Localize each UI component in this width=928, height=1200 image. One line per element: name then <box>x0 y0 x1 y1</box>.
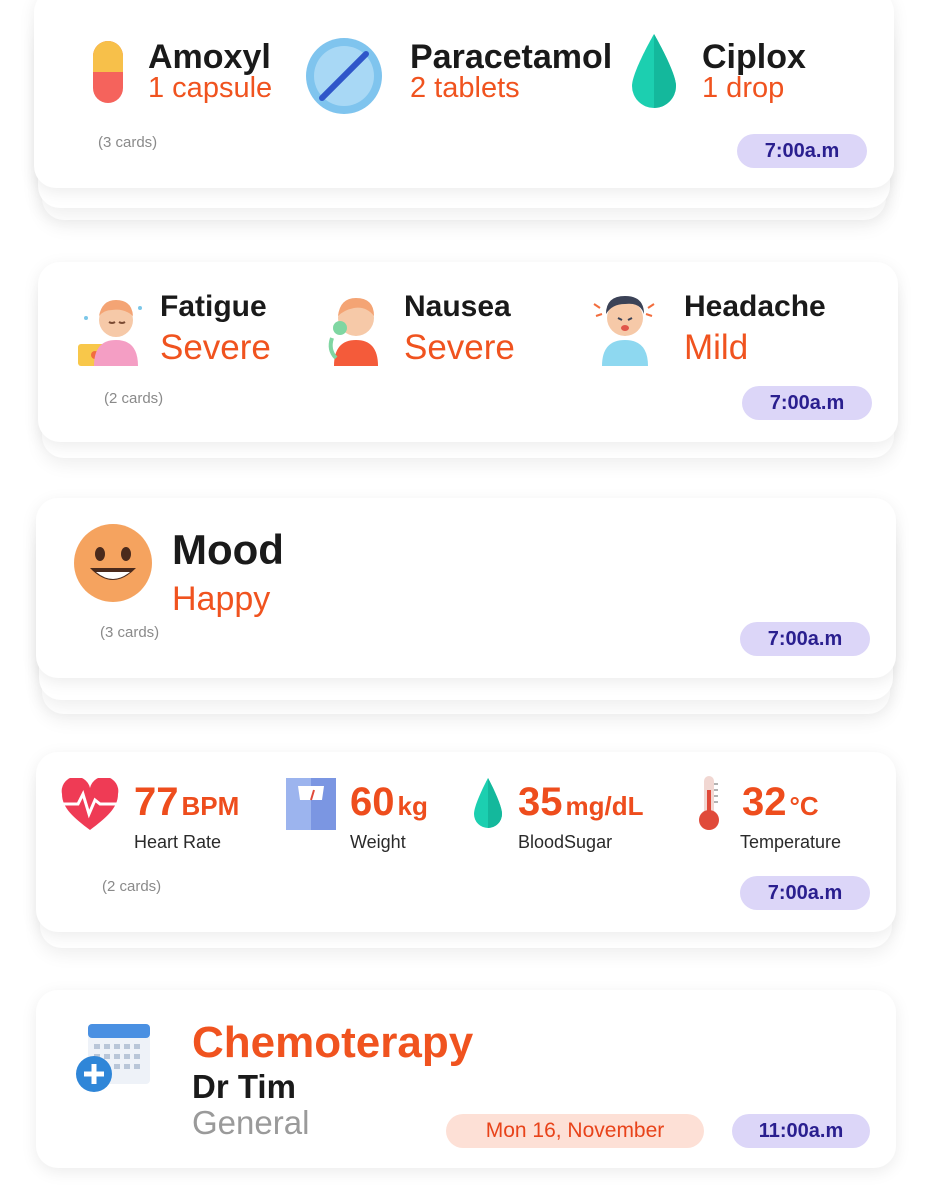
card-count: (3 cards) <box>100 624 160 641</box>
temperature-value: 32 <box>742 780 787 824</box>
heart-rate-value: 77 <box>134 780 179 824</box>
time-badge: 7:00a.m <box>742 386 872 420</box>
symptoms-card-stack[interactable]: Fatigue Severe Nausea Severe Headache Mi… <box>38 262 898 462</box>
vital-label: BloodSugar <box>518 832 613 852</box>
vital-value: 32 °C <box>742 780 819 825</box>
symptom-severity: Severe <box>160 328 271 367</box>
doctor-name: Dr Tim <box>192 1068 296 1105</box>
fatigue-person-icon <box>78 300 142 366</box>
vitals-card[interactable]: 77 BPM Heart Rate 60 kg Weight 35 mg/dL Blo… <box>36 752 896 932</box>
medication-dose: 1 capsule <box>148 72 273 104</box>
card-count: (2 cards) <box>102 878 162 895</box>
date-badge: Mon 16, November <box>446 1114 704 1148</box>
card-count: (3 cards) <box>98 134 158 151</box>
time-badge: 7:00a.m <box>740 622 870 656</box>
symptom-severity: Mild <box>684 328 749 367</box>
vital-label: Temperature <box>740 832 842 852</box>
vital-value: 35 mg/dL <box>518 780 644 825</box>
tablet-icon <box>306 38 382 114</box>
time-badge: 7:00a.m <box>737 134 867 168</box>
capsule-icon <box>93 41 123 103</box>
scale-icon <box>286 778 336 830</box>
thermometer-icon <box>699 776 719 830</box>
mood-value: Happy <box>172 580 271 618</box>
drop-icon <box>632 34 676 108</box>
vital-value: 60 kg <box>350 780 428 825</box>
blood-sugar-unit: mg/dL <box>565 791 644 821</box>
mood-card-stack[interactable]: Mood Happy (3 cards) 7:00a.m <box>36 498 896 718</box>
appointment-card[interactable]: Chemoterapy Dr Tim General Mon 16, Novem… <box>36 990 896 1168</box>
temperature-unit: °C <box>789 791 819 821</box>
time-badge: 11:00a.m <box>732 1114 870 1148</box>
vital-value: 77 BPM <box>134 780 239 825</box>
doctor-specialty: General <box>192 1104 310 1141</box>
medication-dose: 2 tablets <box>410 72 520 104</box>
heart-rate-unit: BPM <box>181 791 240 821</box>
calendar-add-icon <box>76 1024 150 1092</box>
nausea-person-icon <box>328 298 378 366</box>
symptom-name: Fatigue <box>160 290 267 323</box>
time-badge: 7:00a.m <box>740 876 870 910</box>
mood-title: Mood <box>172 526 284 573</box>
medication-dose: 1 drop <box>702 72 785 104</box>
symptom-name: Nausea <box>404 290 511 323</box>
symptoms-card[interactable]: Fatigue Severe Nausea Severe Headache Mi… <box>38 262 898 442</box>
medications-card[interactable]: Amoxyl 1 capsule Paracetamol 2 tablets C… <box>34 0 894 188</box>
heart-rate-icon <box>61 778 119 830</box>
medications-card-stack[interactable]: Amoxyl 1 capsule Paracetamol 2 tablets C… <box>34 0 894 230</box>
weight-unit: kg <box>397 791 428 821</box>
appointment-title: Chemoterapy <box>192 1018 474 1067</box>
blood-drop-icon <box>474 778 502 828</box>
mood-card[interactable]: Mood Happy (3 cards) 7:00a.m <box>36 498 896 678</box>
vitals-card-stack[interactable]: 77 BPM Heart Rate 60 kg Weight 35 mg/dL Blo… <box>36 752 896 952</box>
card-count: (2 cards) <box>104 390 164 407</box>
blood-sugar-value: 35 <box>518 780 563 824</box>
headache-person-icon <box>593 296 655 366</box>
symptom-severity: Severe <box>404 328 515 367</box>
weight-value: 60 <box>350 780 395 824</box>
symptom-name: Headache <box>684 290 826 323</box>
happy-face-icon <box>74 524 152 602</box>
vital-label: Weight <box>350 832 406 852</box>
vital-label: Heart Rate <box>134 832 222 852</box>
